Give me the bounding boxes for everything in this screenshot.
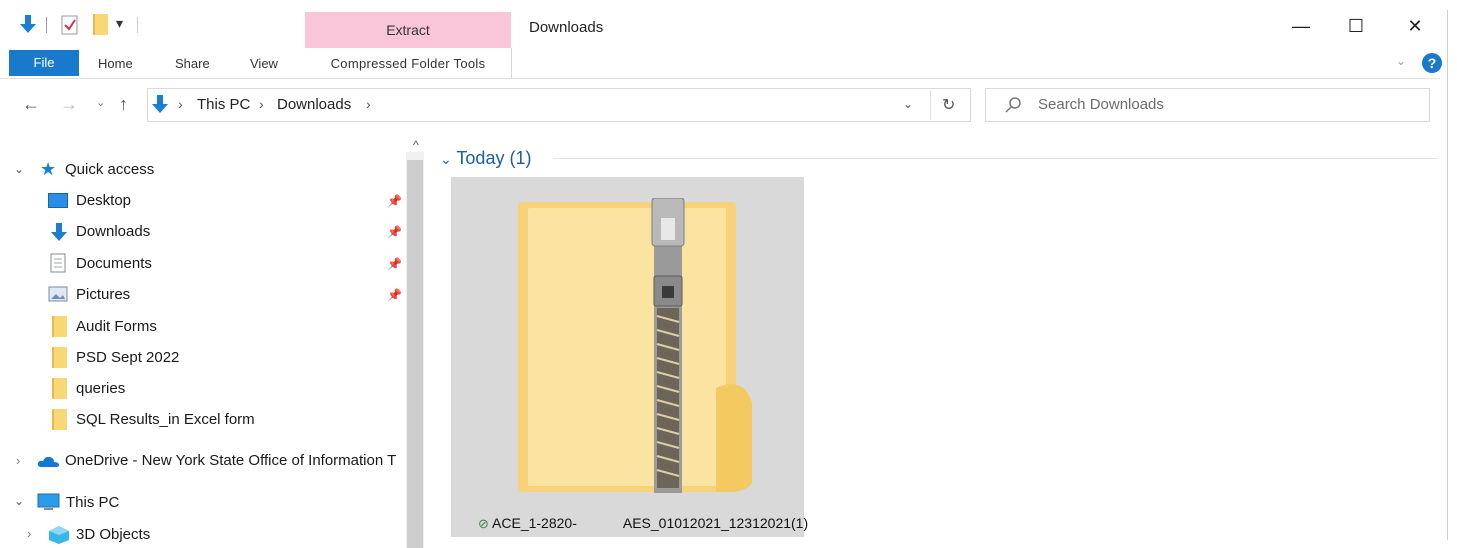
search-placeholder[interactable]: Search Downloads (1038, 96, 1164, 113)
address-dropdown-icon[interactable]: ⌄ (903, 97, 913, 111)
onedrive-cloud-icon (37, 456, 59, 467)
desktop-icon (48, 193, 68, 208)
folder-icon (52, 347, 67, 368)
expand-chevron-icon[interactable]: › (27, 526, 31, 541)
ribbon-expand-icon[interactable]: ⌄ (1396, 54, 1406, 68)
this-pc-icon (37, 493, 60, 510)
nav-quick-access[interactable]: Quick access (65, 161, 154, 178)
breadcrumb-this-pc[interactable]: This PC (197, 96, 250, 113)
download-arrow-icon[interactable] (17, 13, 39, 35)
refresh-icon[interactable]: ↻ (942, 95, 955, 115)
tab-share[interactable]: Share (175, 56, 210, 71)
forward-arrow-icon[interactable]: → (60, 94, 78, 115)
breadcrumb-chevron-icon[interactable]: › (178, 96, 183, 112)
pin-icon[interactable]: 📌 (387, 225, 402, 239)
recent-locations-icon[interactable]: ⌄ (96, 96, 105, 109)
window-title: Downloads (529, 19, 604, 36)
pin-icon[interactable]: 📌 (387, 288, 402, 302)
group-divider (553, 158, 1438, 159)
nav-queries[interactable]: queries (76, 380, 125, 397)
nav-3d-objects[interactable]: 3D Objects (76, 526, 150, 543)
breadcrumb-chevron-icon[interactable]: › (366, 96, 371, 112)
help-icon[interactable]: ? (1422, 53, 1442, 73)
file-name-prefix: ACE_1-2820- (492, 515, 577, 531)
sync-ok-icon: ⊘ (478, 516, 489, 531)
tab-compressed-folder-tools-label[interactable]: Compressed Folder Tools (305, 56, 511, 71)
collapse-chevron-icon[interactable]: ⌄ (440, 151, 452, 167)
quick-access-star-icon: ★ (40, 159, 57, 179)
nav-scrollbar-thumb[interactable] (407, 160, 423, 548)
minimize-button[interactable]: — (1286, 14, 1316, 38)
new-folder-icon[interactable] (93, 14, 108, 35)
address-divider (930, 90, 931, 120)
extract-tab-label[interactable]: Extract (305, 22, 511, 38)
nav-this-pc[interactable]: This PC (66, 494, 119, 511)
maximize-button[interactable]: ☐ (1341, 14, 1371, 38)
pictures-icon (48, 286, 68, 302)
tab-home[interactable]: Home (98, 56, 133, 71)
address-bar[interactable] (147, 88, 971, 122)
qat-divider (46, 17, 47, 33)
up-arrow-icon[interactable]: ↑ (119, 94, 128, 115)
documents-icon (50, 253, 66, 273)
search-icon (1005, 97, 1021, 113)
downloads-folder-icon (51, 223, 67, 241)
expand-chevron-icon[interactable]: ⌄ (14, 162, 24, 176)
folder-icon (52, 316, 67, 337)
nav-desktop[interactable]: Desktop (76, 192, 131, 209)
3d-objects-icon (49, 526, 69, 544)
file-name-label[interactable]: ⊘ ACE_1-2820- AES_01012021_12312021(1) (478, 514, 808, 532)
nav-onedrive[interactable]: OneDrive - New York State Office of Info… (65, 452, 405, 469)
close-button[interactable]: ✕ (1400, 14, 1430, 38)
group-header-label: Today (1) (456, 148, 532, 168)
nav-downloads[interactable]: Downloads (76, 223, 150, 240)
expand-chevron-icon[interactable]: ⌄ (14, 494, 24, 508)
breadcrumb-downloads[interactable]: Downloads (277, 96, 351, 113)
pin-icon[interactable]: 📌 (387, 257, 402, 271)
expand-chevron-icon[interactable]: › (16, 453, 20, 468)
tab-view[interactable]: View (250, 56, 278, 71)
properties-check-icon[interactable] (61, 15, 79, 35)
qat-divider (137, 17, 138, 33)
zip-folder-icon[interactable] (516, 198, 756, 498)
folder-icon (52, 409, 67, 430)
scroll-up-icon[interactable]: ^ (413, 138, 419, 152)
breadcrumb-chevron-icon[interactable]: › (259, 96, 264, 112)
nav-psd-sept-2022[interactable]: PSD Sept 2022 (76, 349, 179, 366)
downloads-location-icon (152, 95, 168, 113)
nav-documents[interactable]: Documents (76, 255, 152, 272)
tab-file[interactable]: File (9, 50, 79, 76)
ribbon-divider (0, 78, 1440, 79)
nav-sql-results[interactable]: SQL Results_in Excel form (76, 411, 255, 428)
title-bar (0, 0, 1457, 48)
folder-icon (52, 378, 67, 399)
qat-dropdown-icon[interactable]: ▾ (116, 15, 123, 32)
back-arrow-icon[interactable]: ← (22, 94, 40, 115)
redacted-block (576, 514, 623, 530)
pin-icon[interactable]: 📌 (387, 194, 402, 208)
group-header-today[interactable]: ⌄ Today (1) (440, 148, 531, 169)
nav-audit-forms[interactable]: Audit Forms (76, 318, 157, 335)
window-edge (1447, 10, 1448, 540)
file-name-suffix: AES_01012021_12312021(1) (622, 515, 809, 531)
nav-pictures[interactable]: Pictures (76, 286, 130, 303)
